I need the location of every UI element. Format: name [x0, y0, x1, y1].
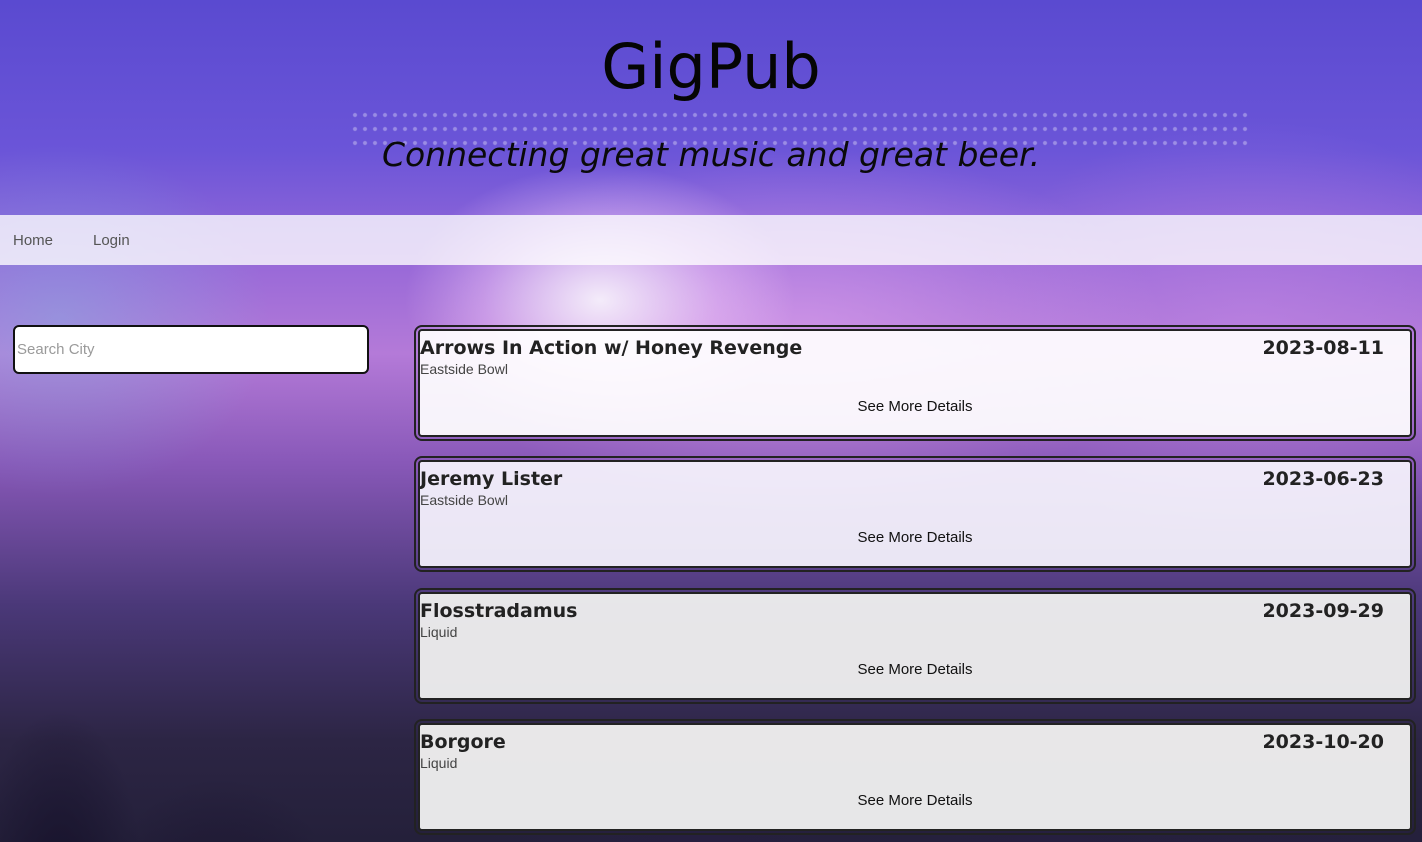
event-name: Arrows In Action w/ Honey Revenge — [420, 337, 803, 359]
see-more-details-button[interactable]: See More Details — [420, 398, 1410, 415]
event-card-body: Arrows In Action w/ Honey Revenge 2023-0… — [418, 329, 1412, 437]
event-venue: Liquid — [420, 624, 458, 640]
site-header: GigPub Connecting great music and great … — [0, 0, 1422, 215]
see-more-details-button[interactable]: See More Details — [420, 529, 1410, 546]
event-card-body: Jeremy Lister 2023-06-23 Eastside Bowl S… — [418, 460, 1412, 568]
event-date: 2023-10-20 — [1262, 731, 1384, 753]
event-date: 2023-09-29 — [1262, 600, 1384, 622]
event-venue: Eastside Bowl — [420, 492, 508, 508]
event-name: Flosstradamus — [420, 600, 578, 622]
event-card: Arrows In Action w/ Honey Revenge 2023-0… — [414, 325, 1416, 441]
event-venue: Liquid — [420, 755, 458, 771]
nav-link-home[interactable]: Home — [13, 232, 53, 249]
event-name: Jeremy Lister — [420, 468, 563, 490]
nav-link-login[interactable]: Login — [93, 232, 130, 249]
event-date: 2023-08-11 — [1262, 337, 1384, 359]
see-more-details-button[interactable]: See More Details — [420, 661, 1410, 678]
event-name: Borgore — [420, 731, 506, 753]
event-card: Jeremy Lister 2023-06-23 Eastside Bowl S… — [414, 456, 1416, 572]
event-card: Borgore 2023-10-20 Liquid See More Detai… — [414, 719, 1416, 835]
event-date: 2023-06-23 — [1262, 468, 1384, 490]
event-card-body: Borgore 2023-10-20 Liquid See More Detai… — [418, 723, 1412, 831]
event-venue: Eastside Bowl — [420, 361, 508, 377]
event-card: Flosstradamus 2023-09-29 Liquid See More… — [414, 588, 1416, 704]
nav-bar: Home Login — [0, 215, 1422, 265]
site-tagline: Connecting great music and great beer. — [381, 135, 1041, 174]
search-city-input[interactable] — [13, 325, 369, 374]
site-title: GigPub — [601, 30, 821, 103]
event-card-body: Flosstradamus 2023-09-29 Liquid See More… — [418, 592, 1412, 700]
see-more-details-button[interactable]: See More Details — [420, 792, 1410, 809]
